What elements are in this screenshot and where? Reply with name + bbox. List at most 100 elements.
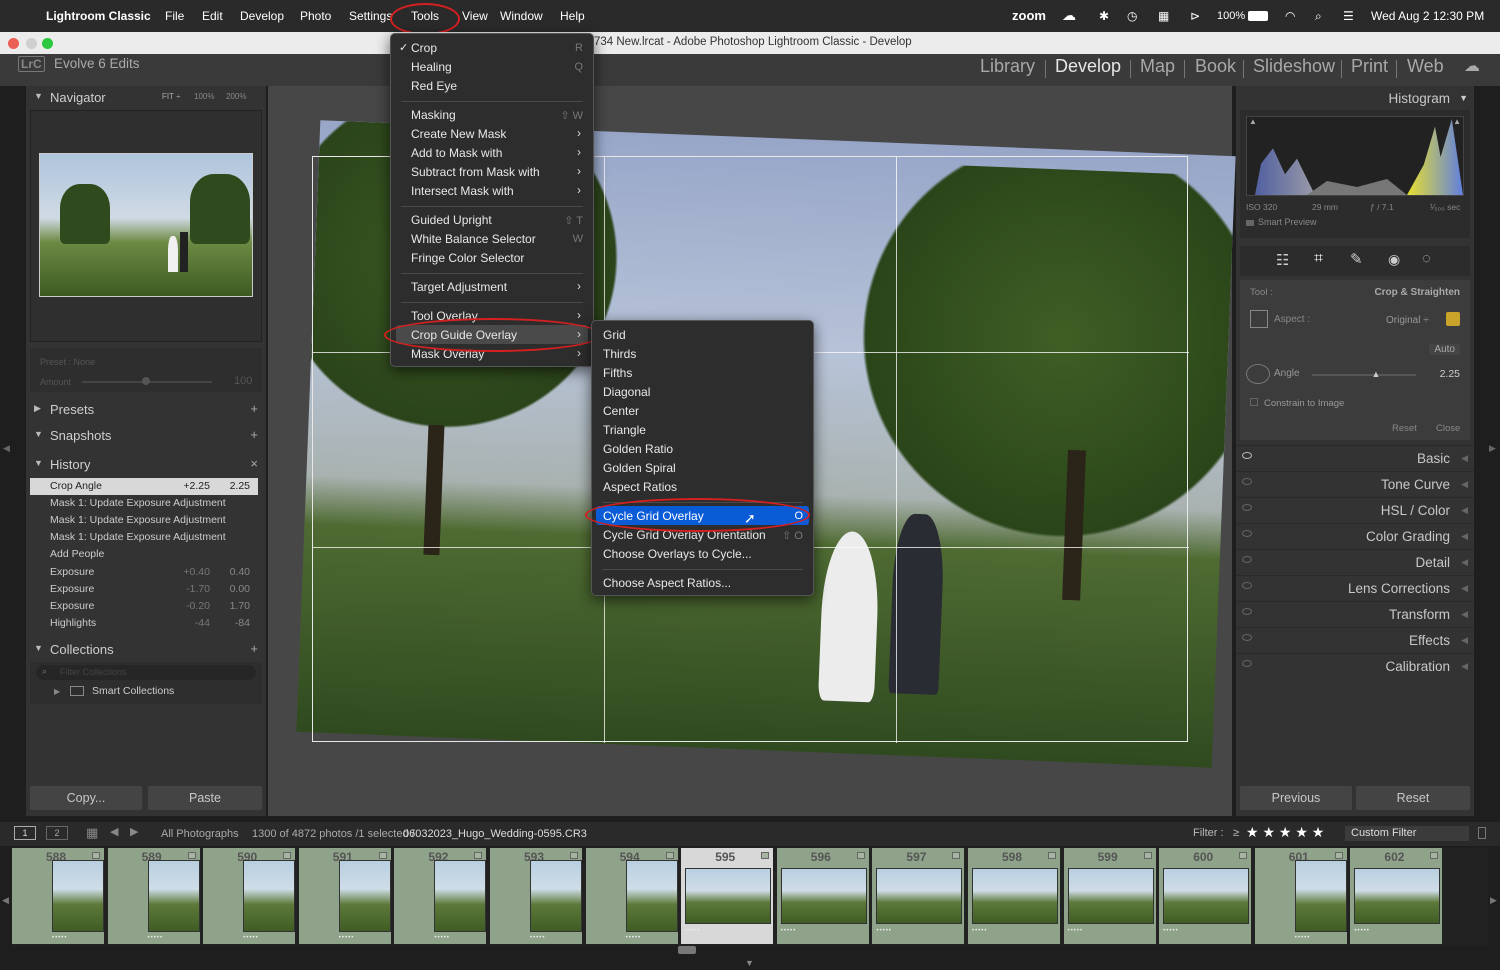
menu-item-healing[interactable]: Healing bbox=[411, 60, 452, 74]
angle-value[interactable]: 2.25 bbox=[1440, 368, 1460, 380]
history-item[interactable]: Mask 1: Update Exposure Adjustment bbox=[30, 512, 258, 529]
crop-reset-button[interactable]: Reset bbox=[1392, 423, 1417, 434]
panel-calibration[interactable]: Calibration ◀ bbox=[1236, 653, 1474, 677]
overlay-thirds[interactable]: Thirds bbox=[603, 347, 636, 361]
menu-item-masking[interactable]: Masking bbox=[411, 108, 456, 122]
filmstrip-thumbnail[interactable]: 593 ••••• bbox=[490, 848, 584, 944]
module-web[interactable]: Web bbox=[1407, 56, 1444, 77]
panel-color-grading[interactable]: Color Grading ◀ bbox=[1236, 523, 1474, 547]
right-panel-toggle-icon[interactable]: ▶ bbox=[1489, 443, 1496, 454]
panel-basic[interactable]: Basic ◀ bbox=[1236, 445, 1474, 469]
overlay-diagonal[interactable]: Diagonal bbox=[603, 385, 650, 399]
filmstrip-thumbnail[interactable]: 588 ••••• bbox=[12, 848, 106, 944]
crop-tool-icon[interactable]: ⌗ bbox=[1314, 250, 1323, 268]
highlight-clipping-icon[interactable]: ▲ bbox=[1453, 117, 1461, 126]
edit-sliders-icon[interactable]: ☷ bbox=[1276, 251, 1289, 269]
battery-icon[interactable] bbox=[1248, 11, 1268, 21]
shadow-clipping-icon[interactable]: ▲ bbox=[1249, 117, 1257, 126]
navigator-header[interactable]: ▼ Navigator FIT ÷ 100% 200% bbox=[26, 86, 266, 110]
copy-button[interactable]: Copy... bbox=[30, 786, 142, 810]
filmstrip-thumbnail[interactable]: 597 ••••• bbox=[872, 848, 967, 944]
clear-history-icon[interactable]: × bbox=[250, 456, 258, 471]
filmstrip-right-arrow-icon[interactable]: ▶ bbox=[1490, 895, 1497, 906]
overlay-grid[interactable]: Grid bbox=[603, 328, 626, 342]
source-label[interactable]: All Photographs bbox=[161, 828, 239, 840]
panel-hsl-color[interactable]: HSL / Color ◀ bbox=[1236, 497, 1474, 521]
keyboard-icon[interactable]: ▦ bbox=[1158, 9, 1169, 23]
menu-item-crop[interactable]: Crop bbox=[411, 41, 437, 55]
menu-view[interactable]: View bbox=[462, 9, 488, 23]
menu-item-fringe-color-selector[interactable]: Fringe Color Selector bbox=[411, 251, 524, 265]
histogram-graph[interactable]: ▲ ▲ bbox=[1246, 116, 1464, 196]
control-center-icon[interactable]: ☰ bbox=[1343, 9, 1354, 23]
menu-item-intersect-mask[interactable]: Intersect Mask with bbox=[411, 184, 514, 198]
menu-item-red-eye[interactable]: Red Eye bbox=[411, 79, 457, 93]
overlay-aspect-ratios[interactable]: Aspect Ratios bbox=[603, 480, 677, 494]
overlay-golden-ratio[interactable]: Golden Ratio bbox=[603, 442, 673, 456]
menu-item-subtract-from-mask[interactable]: Subtract from Mask with bbox=[411, 165, 540, 179]
forward-arrow-icon[interactable]: ▶ bbox=[130, 825, 138, 838]
filmstrip-thumbnail[interactable]: 595 ••••• bbox=[681, 848, 776, 944]
secondary-display-button[interactable]: 2 bbox=[46, 826, 68, 840]
panel-tone-curve[interactable]: Tone Curve ◀ bbox=[1236, 471, 1474, 495]
add-collection-icon[interactable]: + bbox=[250, 641, 258, 656]
masking-icon[interactable]: ◌ bbox=[1422, 250, 1431, 267]
menu-help[interactable]: Help bbox=[560, 9, 585, 23]
overlay-choose-to-cycle[interactable]: Choose Overlays to Cycle... bbox=[603, 547, 752, 561]
filmstrip-thumbnail[interactable]: 594 ••••• bbox=[585, 848, 680, 944]
zoom-200[interactable]: 200% bbox=[226, 92, 246, 101]
angle-slider-thumb[interactable]: ▲ bbox=[1371, 369, 1380, 379]
module-library[interactable]: Library bbox=[980, 56, 1035, 77]
history-item[interactable]: Crop Angle +2.25 2.25 bbox=[30, 478, 258, 495]
filter-lock-icon[interactable] bbox=[1478, 827, 1486, 839]
menu-develop[interactable]: Develop bbox=[240, 9, 284, 23]
bottom-panel-toggle-icon[interactable]: ▼ bbox=[745, 958, 754, 968]
filmstrip-left-arrow-icon[interactable]: ◀ bbox=[2, 895, 9, 906]
auto-straighten-button[interactable]: Auto bbox=[1429, 344, 1460, 355]
filmstrip-thumbnail[interactable]: 599 ••••• bbox=[1063, 848, 1158, 944]
add-preset-icon[interactable]: + bbox=[250, 401, 258, 416]
amount-slider-thumb[interactable] bbox=[142, 377, 150, 385]
menu-window[interactable]: Window bbox=[500, 9, 543, 23]
play-icon[interactable]: ⊳ bbox=[1190, 9, 1200, 23]
filmstrip-thumbnail[interactable]: 592 ••••• bbox=[394, 848, 489, 944]
creative-cloud-icon[interactable]: ☁ bbox=[1062, 7, 1076, 24]
module-slideshow[interactable]: Slideshow bbox=[1253, 56, 1335, 77]
zoom-icon[interactable]: zoom bbox=[1012, 8, 1046, 23]
menu-settings[interactable]: Settings bbox=[349, 9, 392, 23]
filmstrip-thumbnail[interactable]: 596 ••••• bbox=[776, 848, 871, 944]
reset-button[interactable]: Reset bbox=[1356, 786, 1470, 810]
menu-file[interactable]: File bbox=[165, 9, 184, 23]
angle-slider[interactable] bbox=[1312, 374, 1416, 376]
history-item[interactable]: Mask 1: Update Exposure Adjustment bbox=[30, 495, 258, 512]
previous-button[interactable]: Previous bbox=[1240, 786, 1352, 810]
bluetooth-icon[interactable]: ✱ bbox=[1099, 9, 1109, 23]
grid-view-icon[interactable]: ▦ bbox=[86, 825, 98, 841]
filmstrip-thumbnail[interactable]: 600 ••••• bbox=[1159, 848, 1254, 944]
history-item[interactable]: Exposure +0.40 0.40 bbox=[30, 564, 258, 581]
disclosure-icon[interactable]: ▶ bbox=[54, 687, 60, 696]
filmstrip-thumbnail[interactable]: 598 ••••• bbox=[968, 848, 1062, 944]
history-item[interactable]: Highlights -44 -84 bbox=[30, 615, 258, 632]
histogram-header[interactable]: Histogram ▼ bbox=[1236, 86, 1474, 110]
wifi-icon[interactable]: ◠ bbox=[1285, 9, 1295, 23]
primary-display-button[interactable]: 1 bbox=[14, 826, 36, 840]
cloud-icon[interactable]: ☁ bbox=[1464, 56, 1480, 76]
collections-header[interactable]: ▼ Collections + bbox=[26, 638, 266, 662]
module-book[interactable]: Book bbox=[1195, 56, 1236, 77]
overlay-fifths[interactable]: Fifths bbox=[603, 366, 632, 380]
history-item[interactable]: Mask 1: Update Exposure Adjustment bbox=[30, 529, 258, 546]
filmstrip-thumbnail[interactable]: 602 ••••• bbox=[1350, 848, 1445, 944]
history-header[interactable]: ▼ History × bbox=[26, 453, 266, 477]
filmstrip-thumbnail[interactable]: 591 ••••• bbox=[298, 848, 393, 944]
overlay-triangle[interactable]: Triangle bbox=[603, 423, 646, 437]
add-snapshot-icon[interactable]: + bbox=[250, 427, 258, 442]
clock-datetime[interactable]: Wed Aug 2 12:30 PM bbox=[1371, 9, 1484, 23]
presets-header[interactable]: ▶ Presets + bbox=[26, 398, 266, 422]
module-map[interactable]: Map bbox=[1140, 56, 1175, 77]
straighten-tool-icon[interactable] bbox=[1246, 364, 1270, 384]
filmstrip-thumbnail[interactable]: 601 ••••• bbox=[1254, 848, 1349, 944]
back-arrow-icon[interactable]: ◀ bbox=[110, 825, 118, 838]
filmstrip-thumbnail[interactable]: 589 ••••• bbox=[107, 848, 202, 944]
filmstrip-scrollbar-thumb[interactable] bbox=[678, 946, 696, 954]
